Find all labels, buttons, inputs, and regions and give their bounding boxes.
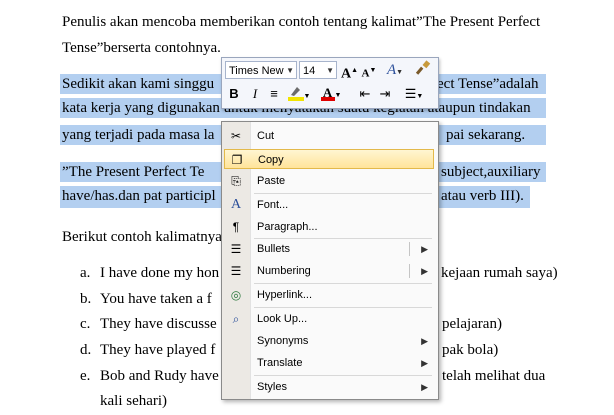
list-marker: d. — [80, 342, 92, 358]
menu-item-lookup[interactable]: ⌕ Look Up... — [224, 309, 434, 329]
font-size-box[interactable]: 14 ▼ — [299, 61, 337, 79]
bullets-dropdown-button[interactable]: ☰▼ — [399, 85, 429, 106]
decrease-indent-button[interactable]: ⇤ — [357, 85, 373, 103]
increase-indent-button[interactable]: ⇥ — [377, 85, 393, 103]
grow-font-button[interactable]: A▲ — [341, 61, 358, 84]
menu-item-label: Translate — [257, 357, 303, 369]
doc-line-5: yang terjadi pada masa la — [62, 127, 215, 143]
list-item-text: You have taken a f — [100, 291, 212, 307]
paragraph-icon: ¶ — [232, 220, 240, 234]
list-marker: e. — [80, 368, 91, 384]
list-marker: b. — [80, 291, 92, 307]
submenu-arrow-icon: ▶ — [421, 382, 428, 392]
highlight-button[interactable]: ▼ — [285, 84, 313, 106]
numbering-icon: ☰ — [230, 264, 242, 278]
submenu-arrow-icon: ▶ — [421, 266, 428, 276]
list-item-text: They have played f — [100, 342, 216, 358]
menu-item-numbering[interactable]: ☰ Numbering ▶ — [224, 261, 434, 281]
doc-line-6b: subject,auxiliary — [441, 164, 541, 180]
font-size-value: 14 — [303, 65, 316, 77]
doc-line-2: Tense”berserta contohnya. — [62, 40, 221, 56]
menu-item-translate[interactable]: Translate ▶ — [224, 353, 434, 373]
list-item-text: telah melihat dua — [442, 368, 546, 384]
submenu-arrow-icon: ▶ — [421, 244, 428, 254]
menu-item-label: Bullets — [257, 243, 291, 255]
highlight-color-swatch — [287, 97, 304, 101]
bullet-list-icon: ☰ — [404, 86, 417, 101]
menu-item-font[interactable]: A Font... — [224, 195, 434, 215]
doc-line-7: have/has.dan pat participl — [62, 188, 216, 204]
menu-item-label: Paragraph... — [257, 221, 318, 233]
list-item-text: They have discusse — [100, 316, 217, 332]
decrease-indent-icon: ⇤ — [359, 86, 371, 101]
chevron-down-icon: ▼ — [326, 66, 334, 75]
doc-line-7b: atau verb III). — [441, 188, 524, 204]
doc-line-6: ”The Present Perfect Te — [62, 164, 205, 180]
menu-item-paragraph[interactable]: ¶ Paragraph... — [224, 217, 434, 237]
brush-icon — [415, 60, 431, 79]
submenu-arrow-icon: ▶ — [421, 336, 428, 346]
menu-item-label: Styles — [257, 381, 287, 393]
lookup-icon: ⌕ — [232, 312, 240, 326]
doc-line-8: Berikut contoh kalimatnya — [62, 229, 222, 245]
menu-item-cut[interactable]: ✂ Cut — [224, 126, 434, 146]
list-item-text: Bob and Rudy have — [100, 368, 219, 384]
menu-item-hyperlink[interactable]: ◎ Hyperlink... — [224, 285, 434, 305]
font-color-swatch — [320, 97, 335, 101]
menu-separator — [254, 193, 432, 194]
doc-line-3b: ect Tense”adalah — [437, 76, 539, 92]
menu-item-synonyms[interactable]: Synonyms ▶ — [224, 331, 434, 351]
menu-item-label: Copy — [258, 154, 284, 166]
increase-indent-icon: ⇥ — [379, 86, 391, 101]
menu-item-paste[interactable]: ⎘ Paste — [224, 171, 434, 191]
menu-item-bullets[interactable]: ☰ Bullets ▶ — [224, 239, 434, 259]
font-name-box[interactable]: Times New ▼ — [225, 61, 297, 79]
italic-button[interactable]: I — [248, 85, 262, 103]
menu-item-label: Hyperlink... — [257, 289, 313, 301]
submenu-arrow-icon: ▶ — [421, 358, 428, 368]
list-item-continuation: kali sehari) — [100, 393, 168, 409]
mini-toolbar: Times New ▼ 14 ▼ A▲ A▼ A▼ B I ≡ ▼ A ▼ ⇤ — [221, 57, 439, 109]
paste-icon: ⎘ — [231, 174, 241, 188]
bold-button[interactable]: B — [226, 85, 242, 103]
center-align-button[interactable]: ≡ — [266, 85, 282, 103]
context-menu: ✂ Cut ❐ Copy ⎘ Paste A Font... ¶ Paragra… — [221, 121, 439, 400]
align-center-icon: ≡ — [270, 86, 278, 101]
list-item-text: kejaan rumah saya) — [441, 265, 558, 281]
format-painter-button[interactable] — [414, 60, 432, 81]
list-marker: a. — [80, 265, 91, 281]
styles-button[interactable]: A▼ — [383, 61, 407, 81]
menu-item-styles[interactable]: Styles ▶ — [224, 377, 434, 397]
font-name-value: Times New — [229, 65, 284, 77]
menu-item-label: Cut — [257, 130, 275, 142]
doc-line-3: Sedikit akan kami singgu — [62, 76, 215, 92]
menu-separator — [254, 375, 432, 376]
menu-separator — [254, 307, 432, 308]
doc-line-5b: pai sekarang. — [446, 127, 526, 143]
hyperlink-icon: ◎ — [230, 288, 242, 302]
split-divider — [409, 264, 410, 278]
menu-item-copy[interactable]: ❐ Copy — [224, 149, 434, 169]
menu-item-label: Numbering — [257, 265, 311, 277]
list-item-text: pak bola) — [442, 342, 499, 358]
split-divider — [409, 242, 410, 256]
cut-icon: ✂ — [230, 129, 242, 143]
menu-item-label: Look Up... — [257, 313, 308, 325]
styles-icon: A — [386, 62, 397, 78]
font-color-button[interactable]: A ▼ — [317, 84, 345, 104]
font-icon: A — [230, 197, 242, 212]
highlighter-icon — [287, 84, 304, 101]
list-item-text: I have done my hon — [100, 265, 220, 281]
chevron-down-icon: ▼ — [286, 66, 294, 75]
menu-separator — [254, 283, 432, 284]
list-item-text: pelajaran) — [442, 316, 502, 332]
menu-item-label: Paste — [257, 175, 286, 187]
copy-icon: ❐ — [231, 153, 243, 167]
list-marker: c. — [80, 316, 91, 332]
bullets-icon: ☰ — [230, 242, 242, 256]
shrink-font-button[interactable]: A▼ — [361, 61, 377, 83]
menu-item-label: Synonyms — [257, 335, 309, 347]
doc-line-1: Penulis akan mencoba memberikan contoh t… — [62, 14, 541, 30]
menu-item-label: Font... — [257, 199, 289, 211]
